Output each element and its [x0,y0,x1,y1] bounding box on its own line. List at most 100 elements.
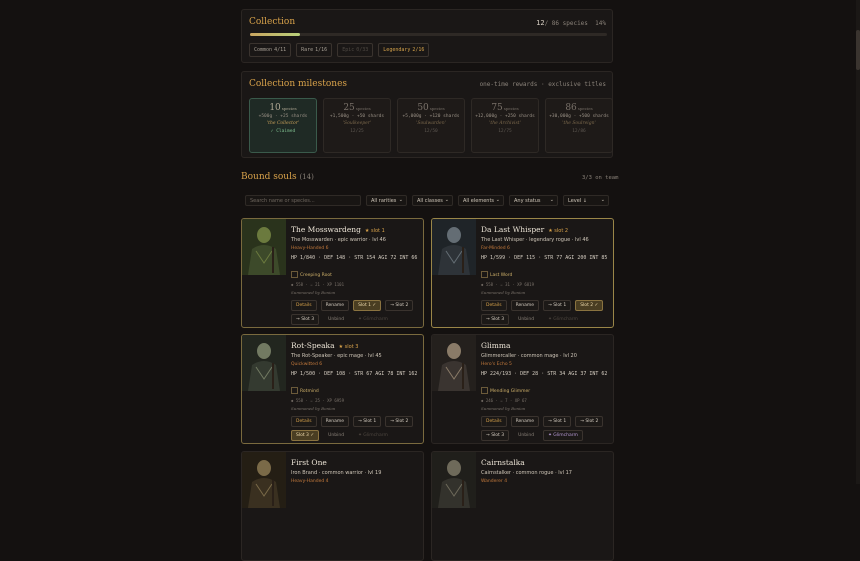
milestone-reward: +30,000g · +500 shards [549,114,609,119]
milestone-86[interactable]: 86species +30,000g · +500 shards 'the So… [545,98,613,153]
soul-card[interactable]: The Mosswardeng ★ slot 1 The Mosswarden ·… [241,218,424,328]
slot-1-button[interactable]: → Slot 1 [543,300,572,311]
milestone-reward: +5,000g · +120 shards [402,114,460,119]
rarity-filter-select[interactable]: All rarities ⌄ [366,195,407,206]
soul-stats: HP 1/500 · DEF 108 · STR 67 AGI 78 INT 1… [291,371,418,377]
slot-badge-text: slot 3 [344,344,359,350]
slot-2-button[interactable]: → Slot 2 [385,300,414,311]
soul-name: The Mosswardeng ★ slot 1 [291,225,385,234]
soul-card[interactable]: Glimma Glimmercaller · common mage · lvl… [431,334,614,444]
skill-icon [481,271,488,278]
soul-trait: Far-Minded 6 [481,246,510,251]
bound-title-text: Bound souls [241,172,297,182]
soul-card[interactable]: First One Iron Brand · common warrior · … [241,451,424,561]
glimcharm-button[interactable]: ✦ Glimcharm [353,314,393,325]
milestone-reward: +1,500g · +50 shards [329,114,385,119]
milestone-num: 75 [491,103,503,113]
collection-title: Collection [249,17,296,27]
milestone-10[interactable]: 10species +500g · +25 shards 'the Collec… [249,98,317,153]
element-filter-select[interactable]: All elements ⌄ [458,195,504,206]
skill-icon [291,387,298,394]
milestone-title-reward: 'the Soulreign' [562,121,596,126]
rarity-chip-legendary[interactable]: Legendary 2/16 [378,43,430,57]
rarity-chip-rare[interactable]: Rare 1/16 [296,43,333,57]
card-actions: Details Rename → Slot 1 → Slot 2 → Slot 3 Unb… [481,416,611,441]
soul-stats: HP 1/840 · DEF 148 · STR 154 AGI 72 INT … [291,255,418,261]
select-value: Any status [514,198,541,204]
milestone-unit: species [503,106,519,111]
soul-card[interactable]: Cairnstalka Cairnstalker · common rogue … [431,451,614,561]
portrait-image [432,335,476,391]
soul-name: Glimma [481,341,510,350]
unbind-button[interactable]: Unbind [323,430,349,441]
scrollbar[interactable] [856,0,860,484]
unbind-button[interactable]: Unbind [513,314,539,325]
rename-button[interactable]: Rename [510,416,540,427]
glimcharm-button[interactable]: ✦ Glimcharm [543,314,583,325]
slot-1-button[interactable]: Slot 1 ✓ [353,300,382,311]
milestone-reward: +500g · +25 shards [258,114,308,119]
soul-trait: Wanderer 4 [481,479,508,484]
milestone-num: 25 [343,103,355,113]
soul-name: Rot-Speaka ★ slot 3 [291,341,358,350]
rename-button[interactable]: Rename [320,300,350,311]
soul-name-text: The Mosswardeng [291,225,361,234]
details-button[interactable]: Details [291,300,317,311]
milestone-25[interactable]: 25species +1,500g · +50 shards 'Soulkeep… [323,98,391,153]
soul-name: Cairnstalka [481,458,525,467]
soul-skill: Last Word [481,271,512,278]
slot-3-button[interactable]: → Slot 3 [291,314,320,325]
rarity-chip-epic[interactable]: Epic 0/33 [337,43,374,57]
rarity-chip-common[interactable]: Common 4/11 [249,43,292,57]
bound-souls-title: Bound souls (14) [241,172,314,182]
chip-label: Legendary [383,47,411,53]
soul-skill: Mending Glimmer [481,387,530,394]
slot-3-button[interactable]: → Slot 3 [481,314,510,325]
sort-select[interactable]: Level ↓ ⌄ [563,195,609,206]
class-filter-select[interactable]: All classes ⌄ [412,195,453,206]
portrait-image [432,219,476,275]
milestone-status: 12/50 [424,129,438,134]
collection-panel: Collection 12/ 86 species 14% Common 4/11… [241,9,613,63]
unbind-button[interactable]: Unbind [513,430,539,441]
rename-button[interactable]: Rename [510,300,540,311]
soul-skill: Rotmind [291,387,319,394]
slot-2-button[interactable]: → Slot 2 [575,416,604,427]
soul-subtitle: Glimmercaller · common mage · lvl 20 [481,353,577,359]
soul-subtitle: The Last Whisper · legendary rogue · lvl… [481,237,589,243]
slot-3-button[interactable]: Slot 3 ✓ [291,430,320,441]
soul-name-text: First One [291,458,327,467]
milestone-number: 50species [398,103,464,113]
soul-stats: HP 224/193 · DEF 28 · STR 34 AGI 37 INT … [481,371,608,377]
soul-subtitle: The Mosswarden · epic warrior · lvl 46 [291,237,386,243]
chip-value: 0/33 [356,47,369,53]
milestone-title-reward: 'Soulkeeper' [342,121,372,126]
details-button[interactable]: Details [481,300,507,311]
chip-label: Common [254,47,273,53]
slot-1-button[interactable]: → Slot 1 [543,416,572,427]
unbind-button[interactable]: Unbind [323,314,349,325]
milestone-status: 12/25 [350,129,364,134]
details-button[interactable]: Details [291,416,317,427]
card-actions: Details Rename Slot 1 ✓ → Slot 2 → Slot 3 Unb… [291,300,421,325]
milestone-75[interactable]: 75species +12,000g · +250 shards 'the Ar… [471,98,539,153]
species-total: / 86 species [544,20,588,27]
slot-2-button[interactable]: Slot 2 ✓ [575,300,604,311]
slot-2-button[interactable]: → Slot 2 [385,416,414,427]
search-input[interactable]: Search name or species... [245,195,361,206]
slot-1-button[interactable]: → Slot 1 [353,416,382,427]
rename-button[interactable]: Rename [320,416,350,427]
status-filter-select[interactable]: Any status ⌄ [509,195,558,206]
details-button[interactable]: Details [481,416,507,427]
glimcharm-button[interactable]: ✦ Glimcharm [353,430,393,441]
soul-card[interactable]: Da Last Whisper ★ slot 2 The Last Whisper… [431,218,614,328]
soul-meta: ◆ 558 · ⚔ 21 · XP 1101 [291,282,344,287]
soul-card[interactable]: Rot-Speaka ★ slot 3 The Rot-Speaker · epi… [241,334,424,444]
milestone-50[interactable]: 50species +5,000g · +120 shards 'Soulwar… [397,98,465,153]
select-value: All classes [417,198,443,204]
scrollbar-thumb[interactable] [856,30,860,70]
milestone-number: 86species [546,103,612,113]
slot-3-button[interactable]: → Slot 3 [481,430,510,441]
soul-trait: Hero's Echo 5 [481,362,512,367]
glimcharm-button[interactable]: ✦ Glimcharm [543,430,583,441]
